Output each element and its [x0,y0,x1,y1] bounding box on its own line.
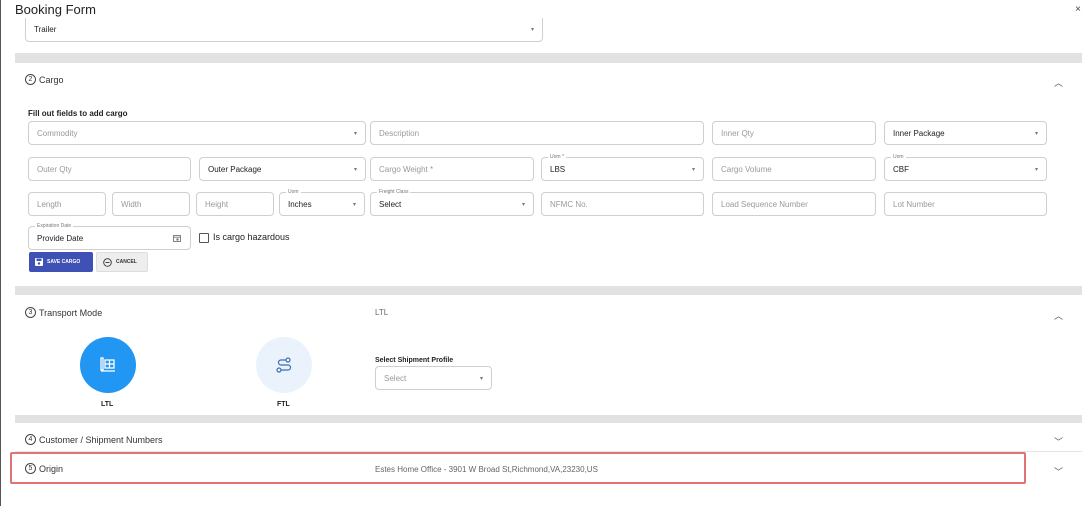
origin-highlight-box [10,452,1026,484]
dimension-uom-select[interactable]: Uom Inches ▾ [279,188,365,216]
outer-package-value: Outer Package [208,164,262,174]
section-divider [15,53,1082,63]
commodity-select[interactable]: Commodity ▾ [28,121,366,145]
booking-form-dialog: Booking Form × Trailer ▾ 2 Cargo ︿ Fill … [0,0,1089,506]
commodity-placeholder: Commodity [37,128,78,138]
ltl-mode-option[interactable] [80,337,136,393]
ftl-mode-option[interactable] [256,337,312,393]
outer-qty-input[interactable]: Outer Qty [28,157,191,181]
step-number: 2 [25,74,36,85]
description-input[interactable]: Description [370,121,704,145]
section-divider [15,286,1082,295]
chevron-down-icon: ▾ [530,27,534,33]
chevron-down-icon: ▾ [353,131,357,137]
minus-circle-icon [103,257,112,267]
chevron-up-icon[interactable]: ︿ [1054,76,1063,89]
freight-class-label: Freight Class [377,188,411,196]
expiration-date-input[interactable]: Expiration Date Provide Date [28,222,191,250]
chevron-down-icon: ▾ [1034,131,1038,137]
ftl-label: FTL [277,401,290,408]
calendar-icon[interactable] [173,234,181,242]
length-placeholder: Length [37,199,62,209]
cancel-label: CANCEL [116,259,137,265]
trailer-value: Trailer [34,25,57,34]
cargo-instructions: Fill out fields to add cargo [28,109,128,118]
shipment-profile-label: Select Shipment Profile [375,357,454,364]
weight-uom-value: LBS [550,164,566,174]
truck-icon [100,357,115,372]
cargo-section-header[interactable]: 2 Cargo [25,74,64,85]
length-input[interactable]: Length [28,192,106,216]
cargo-volume-placeholder: Cargo Volume [721,164,772,174]
chevron-down-icon: ▾ [521,202,525,208]
inner-qty-placeholder: Inner Qty [721,128,754,138]
cargo-weight-input[interactable]: Cargo Weight * [370,157,534,181]
nmfc-placeholder: NFMC No. [550,199,588,209]
expiration-date-value: Provide Date [37,233,84,243]
outer-qty-placeholder: Outer Qty [37,164,72,174]
hazardous-checkbox[interactable] [199,233,209,243]
section-divider [15,415,1082,423]
lot-number-placeholder: Lot Number [893,199,935,209]
chevron-down-icon[interactable]: ﹀ [1054,465,1063,478]
height-placeholder: Height [205,199,229,209]
outer-package-select[interactable]: Outer Package ▾ [199,157,366,181]
freight-class-value: Select [379,199,402,209]
save-cargo-button[interactable]: SAVE CARGO [29,252,93,272]
volume-uom-select[interactable]: Uom CBF ▾ [884,153,1047,181]
inner-package-select[interactable]: Inner Package ▾ [884,121,1047,145]
volume-uom-label: Uom [891,153,906,161]
cargo-section-title: Cargo [39,74,64,85]
chevron-down-icon[interactable]: ﹀ [1054,435,1063,448]
cancel-button[interactable]: CANCEL [96,252,148,272]
weight-uom-label: Uom * [548,153,566,161]
freight-class-select[interactable]: Freight Class Select ▾ [370,188,534,216]
save-cargo-label: SAVE CARGO [47,259,81,265]
chevron-down-icon: ▾ [352,202,356,208]
step-number: 4 [25,434,36,445]
route-icon [276,357,292,373]
chevron-down-icon: ▾ [479,376,483,382]
customer-section-header[interactable]: 4 Customer / Shipment Numbers [25,434,163,445]
inner-package-value: Inner Package [893,128,945,138]
selected-transport-mode: LTL [375,308,389,317]
ltl-label: LTL [101,401,114,408]
weight-uom-select[interactable]: Uom * LBS ▾ [541,153,704,181]
chevron-down-icon: ▾ [353,167,357,173]
chevron-down-icon: ▾ [691,167,695,173]
inner-qty-input[interactable]: Inner Qty [712,121,876,145]
transport-section-title: Transport Mode [39,307,103,318]
load-sequence-input[interactable]: Load Sequence Number [712,192,876,216]
close-icon[interactable]: × [1075,4,1081,15]
height-input[interactable]: Height [196,192,274,216]
dimension-uom-value: Inches [288,199,312,209]
volume-uom-value: CBF [893,164,909,174]
width-input[interactable]: Width [112,192,190,216]
expiration-date-label: Expiration Date [35,222,74,230]
chevron-down-icon: ▾ [1034,167,1038,173]
width-placeholder: Width [121,199,142,209]
dialog-title: Booking Form [15,2,96,17]
cargo-weight-placeholder: Cargo Weight * [379,164,434,174]
shipment-profile-placeholder: Select [384,373,407,383]
chevron-up-icon[interactable]: ︿ [1054,309,1063,322]
cargo-volume-input[interactable]: Cargo Volume [712,157,876,181]
lot-number-input[interactable]: Lot Number [884,192,1047,216]
nmfc-input[interactable]: NFMC No. [541,192,704,216]
hazardous-label: Is cargo hazardous [213,232,290,242]
shipment-profile-select[interactable]: Select ▾ [375,366,492,390]
save-icon [35,258,43,266]
description-placeholder: Description [379,128,420,138]
transport-section-header[interactable]: 3 Transport Mode [25,307,102,318]
step-number: 3 [25,307,36,318]
load-sequence-placeholder: Load Sequence Number [721,199,808,209]
customer-section-title: Customer / Shipment Numbers [39,434,163,445]
trailer-select[interactable]: Trailer ▾ [25,18,543,42]
dimension-uom-label: Uom [286,188,301,196]
